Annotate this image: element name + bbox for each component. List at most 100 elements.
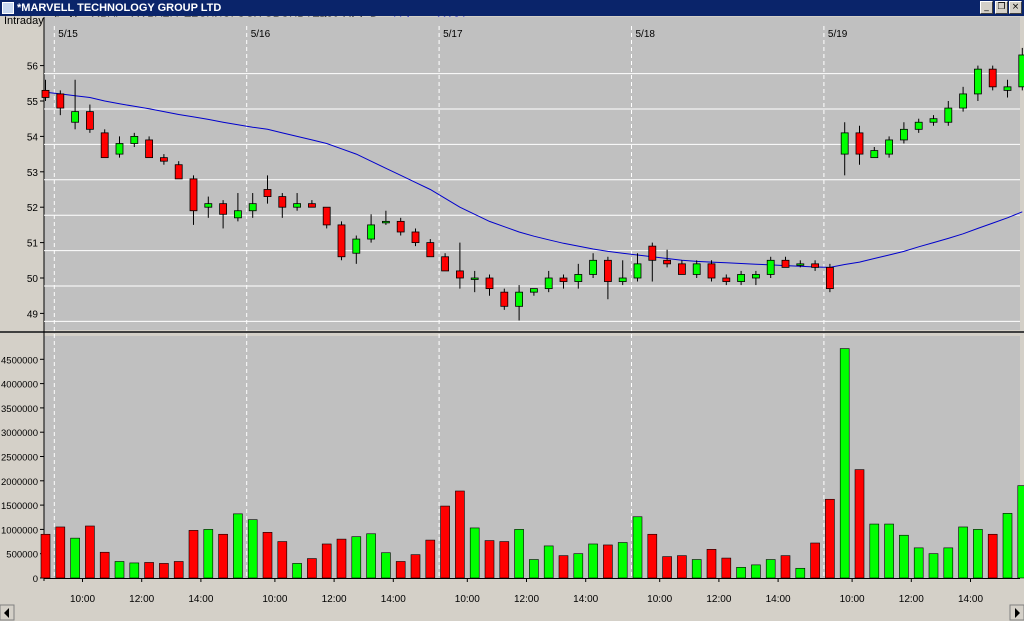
candle-body bbox=[381, 220, 390, 224]
candle-body bbox=[826, 266, 834, 290]
volume-bar bbox=[218, 533, 228, 579]
time-label: 12:00 bbox=[129, 594, 154, 605]
time-label: 10:00 bbox=[262, 594, 287, 605]
volume-tick-label: 1000000 bbox=[1, 525, 38, 536]
candle-body bbox=[1018, 54, 1024, 88]
volume-tick-label: 0 bbox=[33, 574, 38, 585]
volume-bar bbox=[1002, 513, 1013, 579]
candle-body bbox=[204, 203, 213, 208]
volume-bar bbox=[943, 547, 954, 579]
time-label: 10:00 bbox=[840, 594, 865, 605]
volume-bar bbox=[381, 552, 391, 579]
volume-bar bbox=[247, 519, 258, 579]
volume-tick-label: 4000000 bbox=[1, 380, 38, 391]
time-label: 10:00 bbox=[70, 594, 95, 605]
volume-bar bbox=[765, 559, 776, 579]
candle-body bbox=[811, 263, 819, 268]
volume-bar bbox=[440, 505, 450, 579]
volume-bar bbox=[70, 537, 80, 579]
volume-bar bbox=[958, 526, 968, 579]
candle-body bbox=[322, 206, 331, 226]
price-tick-label: 52 bbox=[27, 203, 39, 214]
time-label: 12:00 bbox=[514, 594, 539, 605]
candle-body bbox=[589, 259, 597, 275]
candle-body bbox=[515, 291, 523, 307]
volume-bar bbox=[869, 523, 880, 579]
candle-body bbox=[959, 93, 967, 109]
time-label: 14:00 bbox=[381, 594, 406, 605]
volume-bar bbox=[173, 561, 184, 579]
volume-bar bbox=[277, 541, 288, 579]
candle-body bbox=[396, 220, 405, 233]
volume-tick-label: 1500000 bbox=[1, 501, 38, 512]
volume-bar bbox=[795, 567, 806, 579]
volume-bar bbox=[973, 529, 983, 579]
volume-bar bbox=[292, 563, 302, 579]
horizontal-scrollbar[interactable] bbox=[0, 605, 1024, 621]
volume-bar bbox=[721, 557, 732, 579]
candle-body bbox=[707, 263, 716, 279]
volume-bar bbox=[85, 525, 95, 579]
volume-bar bbox=[913, 547, 924, 579]
time-label: 14:00 bbox=[188, 594, 213, 605]
price-tick-label: 49 bbox=[27, 309, 39, 320]
date-label: 5/15 bbox=[58, 29, 78, 40]
volume-bar bbox=[262, 532, 273, 579]
volume-bar bbox=[603, 544, 613, 579]
volume-tick-label: 2000000 bbox=[1, 477, 38, 488]
time-label: 10:00 bbox=[455, 594, 480, 605]
price-panel bbox=[44, 17, 1020, 330]
candle-body bbox=[974, 68, 982, 95]
volume-bar bbox=[188, 530, 199, 579]
volume-bar bbox=[751, 564, 761, 579]
candle-body bbox=[633, 263, 642, 279]
volume-bar bbox=[677, 555, 687, 579]
volume-bar bbox=[558, 555, 569, 579]
volume-tick-label: 4500000 bbox=[1, 355, 38, 366]
candle-body bbox=[944, 107, 953, 123]
candle-body bbox=[618, 277, 627, 282]
volume-bar bbox=[662, 556, 672, 579]
candle-body bbox=[574, 274, 583, 282]
candle-body bbox=[56, 93, 65, 109]
candle-body bbox=[455, 270, 464, 279]
volume-bar bbox=[647, 533, 658, 579]
date-label: 5/17 bbox=[443, 29, 463, 40]
volume-bar bbox=[55, 526, 66, 579]
candle-body bbox=[692, 263, 701, 275]
volume-bar bbox=[854, 469, 865, 579]
volume-bar bbox=[899, 534, 909, 579]
candle-body bbox=[722, 277, 731, 282]
volume-tick-label: 2500000 bbox=[1, 453, 38, 464]
candle-body bbox=[293, 203, 302, 208]
volume-bar bbox=[928, 553, 939, 579]
volume-bar bbox=[884, 523, 894, 579]
volume-bar bbox=[321, 543, 332, 579]
candle-body bbox=[544, 277, 553, 290]
volume-bar bbox=[455, 490, 465, 579]
candle-body bbox=[485, 277, 494, 290]
candle-body bbox=[648, 245, 657, 261]
volume-bar bbox=[159, 563, 169, 579]
candle-body bbox=[411, 231, 420, 243]
candle-body bbox=[337, 224, 346, 258]
candle-body bbox=[929, 118, 938, 123]
volume-bar bbox=[825, 498, 835, 579]
candle-body bbox=[441, 256, 450, 272]
time-label: 14:00 bbox=[573, 594, 598, 605]
time-label: 12:00 bbox=[322, 594, 347, 605]
time-label: 14:00 bbox=[958, 594, 983, 605]
candle-body bbox=[988, 68, 997, 88]
volume-bar bbox=[129, 562, 140, 579]
price-tick-label: 55 bbox=[27, 97, 39, 108]
candle-body bbox=[855, 132, 864, 155]
candle-body bbox=[781, 259, 790, 268]
volume-tick-label: 500000 bbox=[6, 550, 38, 561]
date-label: 5/19 bbox=[828, 29, 848, 40]
candle-body bbox=[41, 89, 50, 98]
candle-body bbox=[559, 277, 568, 282]
candle-body bbox=[248, 203, 257, 212]
candle-body bbox=[766, 259, 775, 275]
candle-body bbox=[263, 189, 272, 197]
volume-bar bbox=[307, 558, 317, 579]
